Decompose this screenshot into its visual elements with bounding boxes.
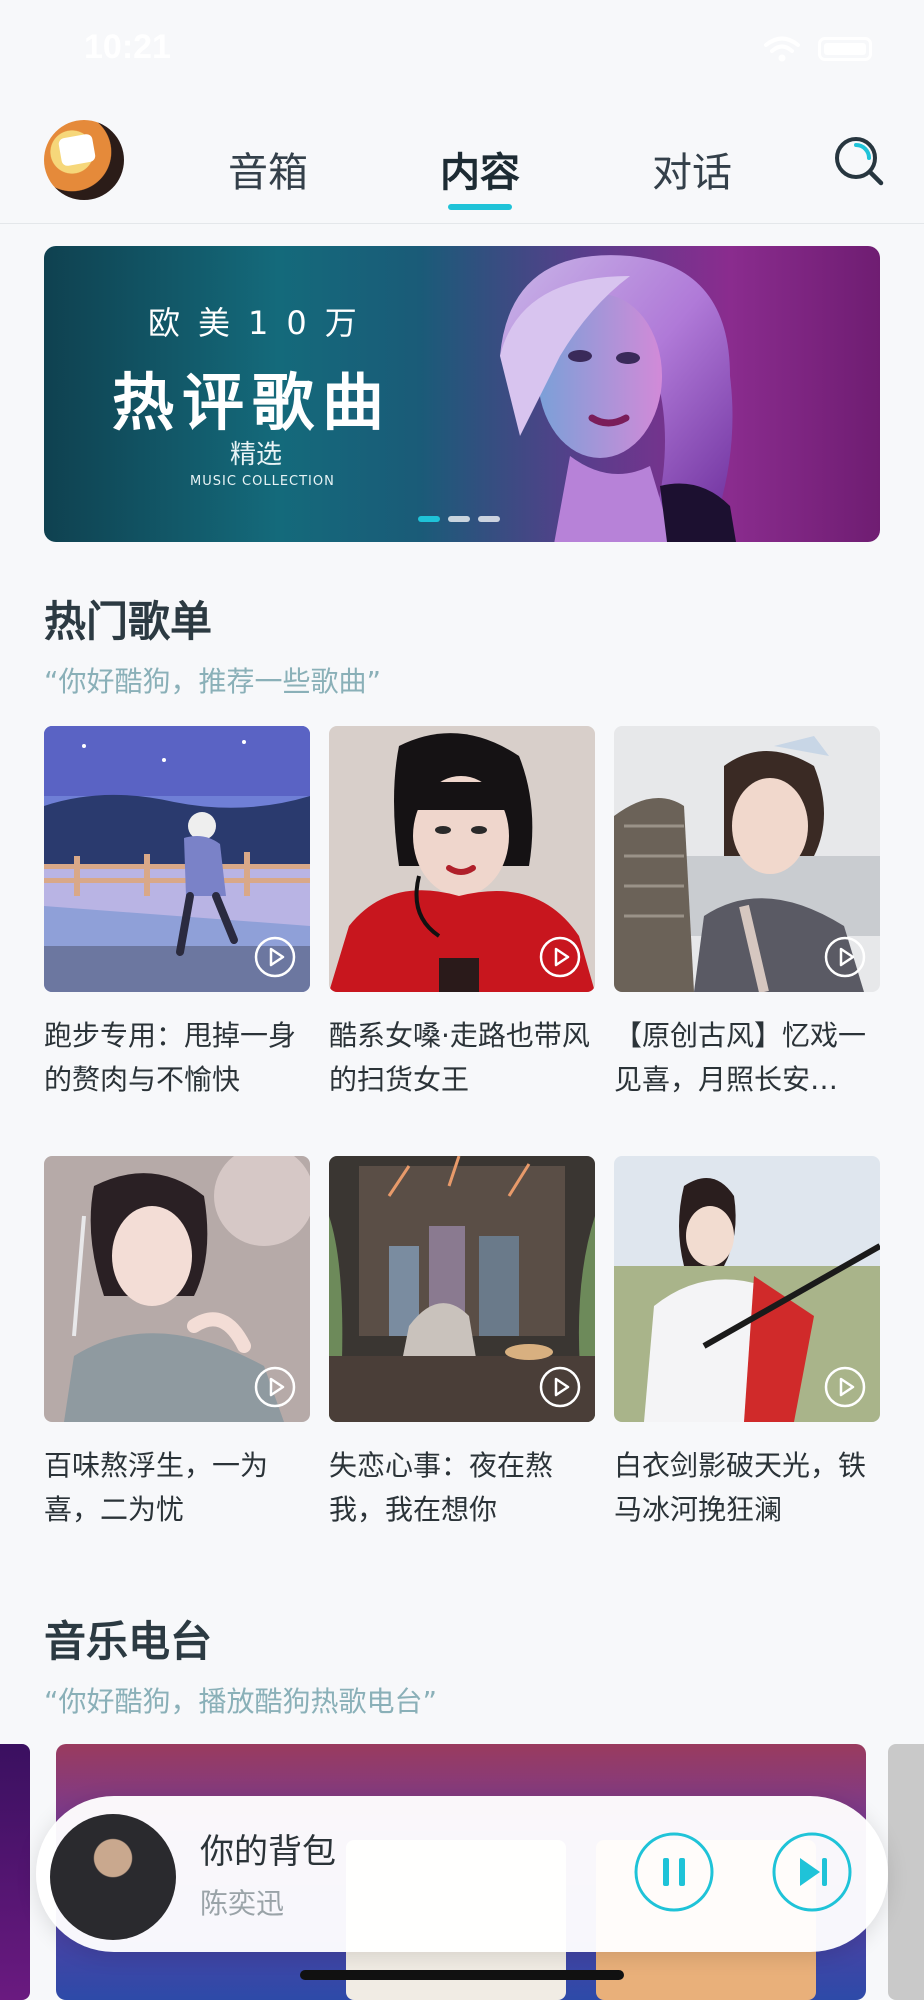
play-icon[interactable] [539, 936, 581, 978]
status-time: 10:21 [84, 28, 171, 66]
music-radio-title: 音乐电台 [44, 1617, 213, 1666]
tab-dialog[interactable]: 对话 [652, 140, 732, 198]
pagination-dot[interactable] [448, 516, 470, 522]
hot-playlists-title: 热门歌单 [44, 597, 213, 646]
playlist-card[interactable]: 跑步专用：甩掉一身的赘肉与不愉快 [44, 726, 310, 1102]
play-icon[interactable] [254, 1366, 296, 1408]
next-track-button[interactable] [770, 1830, 854, 1914]
playlist-title: 跑步专用：甩掉一身的赘肉与不愉快 [44, 1019, 297, 1096]
playlist-cover [614, 1156, 880, 1422]
playlist-cover [44, 1156, 310, 1422]
playlist-cover [44, 726, 310, 992]
playlist-title: 【原创古风】忆戏一见喜，月照长安… [614, 1019, 867, 1096]
tab-speaker[interactable]: 音箱 [228, 140, 308, 198]
playlist-card[interactable]: 失恋心事：夜在熬我，我在想你 [329, 1156, 595, 1532]
banner-caption: MUSIC COLLECTION [190, 474, 335, 489]
hot-playlists-hint: “你好酷狗，推荐一些歌曲” [44, 665, 382, 698]
playlist-cover [329, 1156, 595, 1422]
now-playing-cover[interactable] [50, 1814, 176, 1940]
wifi-icon [764, 36, 800, 62]
top-nav: 音箱 内容 对话 [0, 100, 924, 224]
playlist-cover [614, 726, 880, 992]
playlist-title: 百味熬浮生，一为喜，二为忧 [44, 1449, 269, 1526]
status-bar: 10:21 [0, 0, 924, 100]
avatar[interactable] [44, 120, 124, 200]
banner-subtitle: 欧美10万 [148, 304, 375, 342]
playlist-card[interactable]: 【原创古风】忆戏一见喜，月照长安… [614, 726, 880, 1102]
tab-content[interactable]: 内容 [440, 140, 520, 198]
banner-portrait-image [500, 255, 736, 542]
playlist-title: 白衣剑影破天光，铁马冰河挽狂澜 [614, 1449, 867, 1526]
playlist-cover [329, 726, 595, 992]
pause-button[interactable] [632, 1830, 716, 1914]
playlist-title: 失恋心事：夜在熬我，我在想你 [329, 1449, 554, 1526]
banner-title: 热评歌曲 [112, 366, 393, 439]
radio-card-prev[interactable] [0, 1744, 30, 2000]
featured-banner[interactable]: 欧美10万 热评歌曲 精选 MUSIC COLLECTION [44, 246, 880, 542]
play-icon[interactable] [539, 1366, 581, 1408]
playlist-title: 酷系女嗓·走路也带风的扫货女王 [329, 1019, 590, 1096]
now-playing-artist: 陈奕迅 [200, 1887, 285, 1920]
play-icon[interactable] [254, 936, 296, 978]
status-icons [764, 36, 872, 62]
play-icon[interactable] [824, 936, 866, 978]
pagination-dot-active[interactable] [418, 516, 440, 522]
playlist-card[interactable]: 百味熬浮生，一为喜，二为忧 [44, 1156, 310, 1532]
banner-pagination [418, 516, 500, 522]
battery-icon [818, 37, 872, 61]
mini-player[interactable]: 你的背包 陈奕迅 [36, 1796, 888, 1952]
playlist-card[interactable]: 白衣剑影破天光，铁马冰河挽狂澜 [614, 1156, 880, 1532]
music-radio-hint: “你好酷狗，播放酷狗热歌电台” [44, 1685, 438, 1718]
play-icon[interactable] [824, 1366, 866, 1408]
pagination-dot[interactable] [478, 516, 500, 522]
home-indicator [300, 1970, 624, 1980]
active-tab-indicator [448, 204, 512, 210]
search-icon[interactable] [832, 134, 886, 188]
radio-card-next[interactable] [888, 1744, 924, 2000]
now-playing-title: 你的背包 [200, 1832, 336, 1872]
banner-tag: 精选 [230, 440, 283, 470]
playlist-card[interactable]: 酷系女嗓·走路也带风的扫货女王 [329, 726, 595, 1102]
